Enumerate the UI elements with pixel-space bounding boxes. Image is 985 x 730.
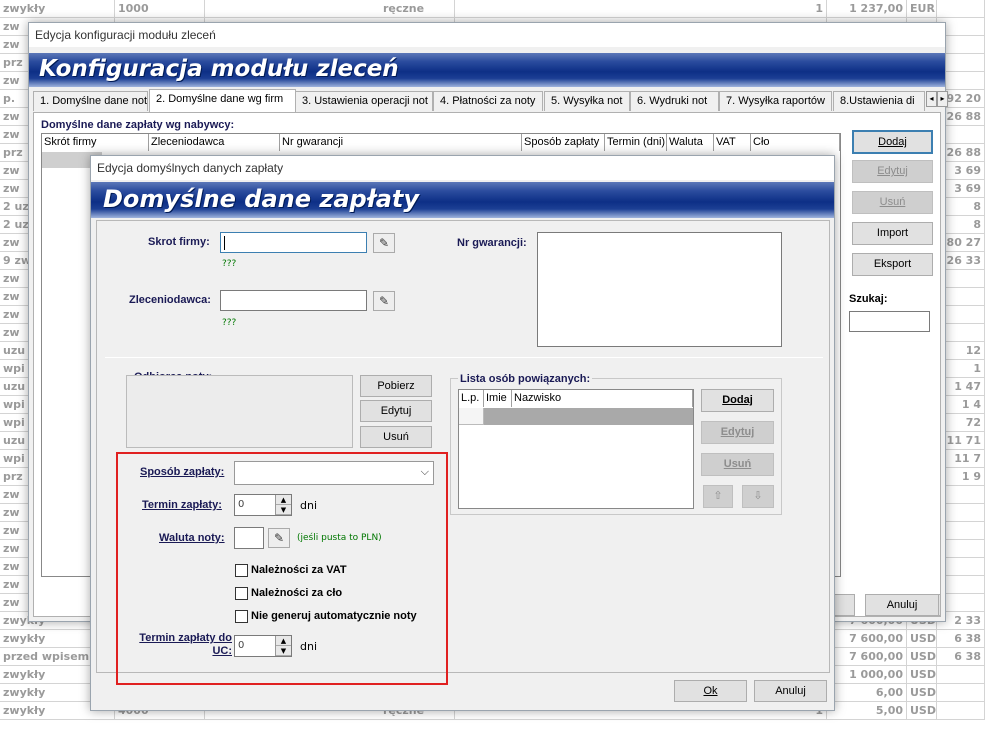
lista-row-marker	[459, 408, 484, 425]
col-header-waluta[interactable]: Waluta	[667, 134, 714, 151]
dialog-banner: Domyślne dane zapłaty	[91, 182, 834, 218]
lista-add-button[interactable]: Dodaj	[701, 389, 774, 412]
lista-edit-button[interactable]: Edytuj	[701, 421, 774, 444]
lista-grid[interactable]: L.p. Imie Nazwisko	[458, 389, 694, 509]
nr-gwarancji-label: Nr gwarancji:	[457, 237, 527, 249]
background-cell: 1 237,00	[827, 0, 907, 18]
skrot-lookup-icon[interactable]: ✎	[373, 233, 395, 253]
background-cell	[937, 666, 985, 684]
background-row: zwykły 1000 ręczne 1 1 237,00 EUR	[0, 0, 985, 18]
skrot-input[interactable]	[220, 232, 367, 253]
col-header-vat[interactable]: VAT	[714, 134, 751, 151]
nr-gwarancji-textarea[interactable]	[537, 232, 782, 347]
payment-dialog: Edycja domyślnych danych zapłaty Domyśln…	[90, 155, 835, 711]
search-label: Szukaj:	[849, 293, 888, 305]
col-header-termin[interactable]: Termin (dni)	[605, 134, 667, 151]
lista-remove-button[interactable]: Usuń	[701, 453, 774, 476]
lista-label: Lista osób powiązanych:	[458, 373, 593, 385]
background-cell: USD	[907, 648, 937, 666]
background-cell: 1	[735, 0, 827, 18]
background-cell: 6 38	[937, 648, 985, 666]
background-cell	[937, 0, 985, 18]
tab-2[interactable]: 2. Domyślne dane wg firm	[149, 89, 296, 112]
background-cell: USD	[907, 630, 937, 648]
background-cell: 6,00	[827, 684, 907, 702]
background-cell: zwykły	[0, 0, 115, 18]
background-cell: USD	[907, 684, 937, 702]
config-tabs: 1. Domyślne dane not 2. Domyślne dane wg…	[33, 89, 948, 112]
zleceniodawca-hint: ???	[222, 318, 237, 328]
add-button[interactable]: Dodaj	[852, 130, 933, 154]
odbiorca-edit-button[interactable]: Edytuj	[360, 400, 432, 422]
divider	[105, 357, 823, 358]
section-label: Domyślne dane zapłaty wg nabywcy:	[41, 119, 235, 131]
dialog-title: Edycja domyślnych danych zapłaty	[91, 156, 834, 180]
zleceniodawca-lookup-icon[interactable]: ✎	[373, 291, 395, 311]
background-cell: 1000	[115, 0, 205, 18]
background-cell: 5,00	[827, 702, 907, 720]
zleceniodawca-label: Zleceniodawca:	[129, 294, 211, 306]
import-button[interactable]: Import	[852, 222, 933, 245]
move-up-icon[interactable]: ⇧	[703, 485, 733, 508]
cancel-button[interactable]: Anuluj	[865, 594, 939, 616]
dialog-cancel-button[interactable]: Anuluj	[754, 680, 827, 702]
background-cell: 6 38	[937, 630, 985, 648]
col-header-clo[interactable]: Cło	[751, 134, 840, 151]
background-cell: ręczne	[380, 0, 455, 18]
col-header-zleceniodawca[interactable]: Zleceniodawca	[149, 134, 280, 151]
tab-5[interactable]: 5. Wysyłka not	[544, 91, 630, 111]
odbiorca-box[interactable]	[126, 375, 353, 448]
col-header-sposob[interactable]: Sposób zapłaty	[522, 134, 605, 151]
config-window-title: Edycja konfiguracji modułu zleceń	[29, 23, 945, 47]
tab-4[interactable]: 4. Płatności za noty	[433, 91, 543, 111]
tab-7[interactable]: 7. Wysyłka raportów	[719, 91, 832, 111]
background-cell: USD	[907, 702, 937, 720]
background-cell	[937, 702, 985, 720]
tab-6[interactable]: 6. Wydruki not	[630, 91, 719, 111]
lista-col-nazwisko[interactable]: Nazwisko	[512, 390, 693, 407]
tab-scroll-left-button[interactable]: ◂	[926, 91, 937, 107]
skrot-hint: ???	[222, 259, 237, 269]
background-cell: 7 600,00	[827, 630, 907, 648]
skrot-label: Skrot firmy:	[148, 236, 210, 248]
tab-3[interactable]: 3. Ustawienia operacji not	[295, 91, 433, 111]
export-button[interactable]: Eksport	[852, 253, 933, 276]
background-cell	[937, 684, 985, 702]
highlight-box	[116, 452, 448, 685]
lista-col-imie[interactable]: Imie	[484, 390, 512, 407]
ok-button[interactable]: Ok	[674, 680, 747, 702]
remove-button[interactable]: Usuń	[852, 191, 933, 214]
main-ok-button-partial[interactable]	[833, 594, 855, 616]
config-banner: Konfiguracja modułu zleceń	[29, 53, 945, 87]
zleceniodawca-input[interactable]	[220, 290, 367, 311]
odbiorca-remove-button[interactable]: Usuń	[360, 426, 432, 448]
move-down-icon[interactable]: ⇩	[742, 485, 774, 508]
pobierz-button[interactable]: Pobierz	[360, 375, 432, 397]
background-cell: 1 000,00	[827, 666, 907, 684]
edit-button[interactable]: Edytuj	[852, 160, 933, 183]
lista-col-lp[interactable]: L.p.	[459, 390, 484, 407]
background-cell: USD	[907, 666, 937, 684]
background-cell: 7 600,00	[827, 648, 907, 666]
col-header-nr-gwarancji[interactable]: Nr gwarancji	[280, 134, 522, 151]
tab-8[interactable]: 8.Ustawienia di	[833, 91, 925, 111]
search-input[interactable]	[849, 311, 930, 332]
tab-scroll-right-button[interactable]: ▸	[937, 91, 948, 107]
tab-1[interactable]: 1. Domyślne dane not	[33, 91, 148, 111]
lista-selected-row[interactable]	[484, 408, 693, 425]
col-header-skrot[interactable]: Skrót firmy	[42, 134, 149, 151]
background-cell: EUR	[907, 0, 937, 18]
